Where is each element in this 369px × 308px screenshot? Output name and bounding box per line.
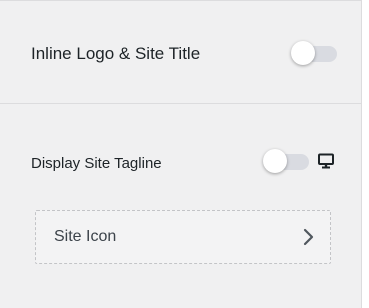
site-icon-label: Site Icon [54,228,117,245]
section-divider-top [0,0,361,1]
toggle-knob [263,149,287,173]
toggle-knob [291,41,315,65]
section-divider [0,103,361,104]
chevron-right-icon [302,228,316,246]
site-icon-card[interactable]: Site Icon [35,210,331,264]
site-tagline-label: Display Site Tagline [31,155,162,172]
inline-logo-toggle[interactable] [291,41,337,65]
inline-logo-label: Inline Logo & Site Title [31,44,201,63]
customizer-panel: Inline Logo & Site Title Display Site Ta… [0,0,361,308]
site-tagline-toggle[interactable] [263,149,309,173]
scrollbar[interactable] [361,0,369,308]
desktop-icon[interactable] [317,152,335,170]
